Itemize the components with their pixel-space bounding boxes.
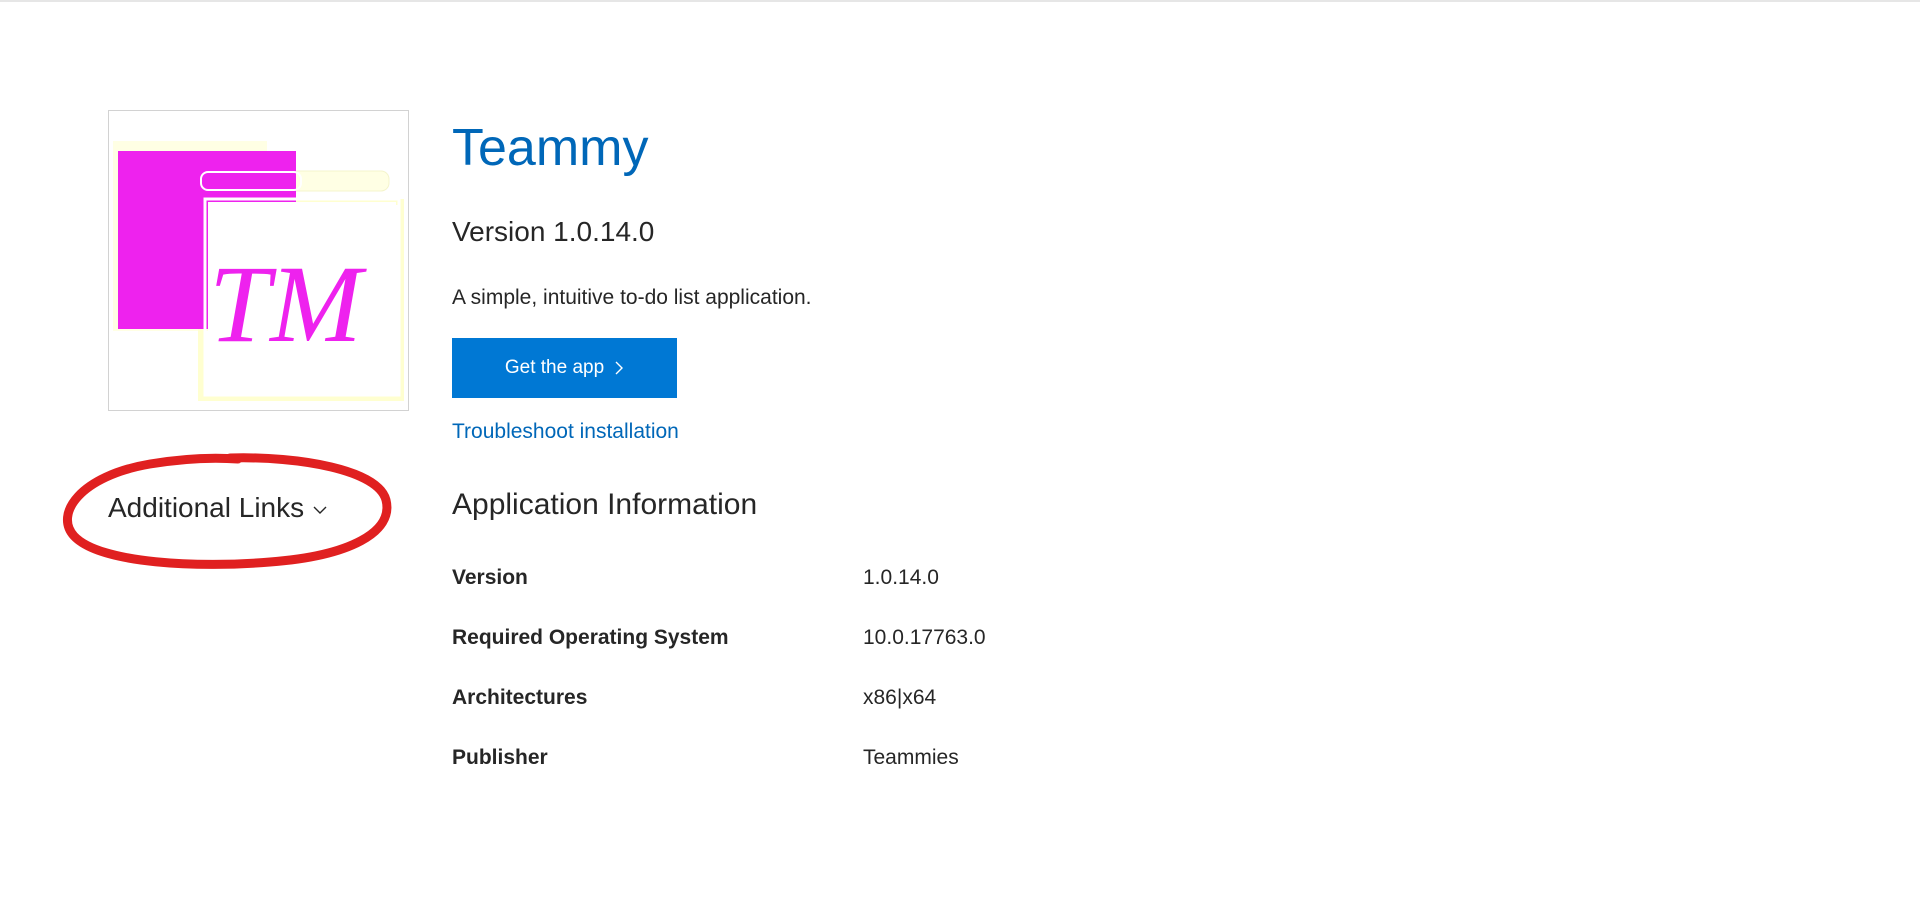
troubleshoot-installation-link[interactable]: Troubleshoot installation (452, 418, 679, 446)
chevron-down-icon (313, 506, 327, 514)
table-row: Architectures x86|x64 (452, 668, 986, 728)
app-version: Version 1.0.14.0 (452, 216, 655, 247)
logo-tm-text: TM (209, 243, 367, 365)
app-install-page: TM Additional Links Teammy Version 1.0.1… (0, 0, 1920, 908)
additional-links-toggle[interactable]: Additional Links (108, 492, 328, 524)
info-key-version: Version (452, 566, 528, 589)
top-divider (0, 0, 1920, 2)
table-row: Publisher Teammies (452, 728, 986, 788)
info-key-architectures: Architectures (452, 686, 588, 709)
app-description: A simple, intuitive to-do list applicati… (452, 286, 812, 309)
app-logo-graphic: TM (113, 141, 404, 401)
get-the-app-label: Get the app (504, 357, 605, 378)
app-title: Teammy (452, 119, 649, 177)
info-value-required-os: 10.0.17763.0 (863, 626, 986, 649)
app-logo: TM (108, 110, 409, 411)
app-details: Teammy Version 1.0.14.0 A simple, intuit… (452, 112, 1752, 788)
application-information-heading: Application Information (452, 488, 758, 521)
get-the-app-button[interactable]: Get the app (452, 338, 677, 398)
info-key-required-os: Required Operating System (452, 626, 729, 649)
chevron-right-icon (615, 361, 624, 375)
info-value-publisher: Teammies (863, 746, 959, 769)
info-key-publisher: Publisher (452, 746, 548, 769)
table-row: Version 1.0.14.0 (452, 548, 986, 608)
info-value-architectures: x86|x64 (863, 686, 937, 709)
additional-links-label: Additional Links (108, 492, 305, 523)
table-row: Required Operating System 10.0.17763.0 (452, 608, 986, 668)
info-value-version: 1.0.14.0 (863, 566, 939, 589)
application-information-table: Version 1.0.14.0 Required Operating Syst… (452, 548, 986, 788)
